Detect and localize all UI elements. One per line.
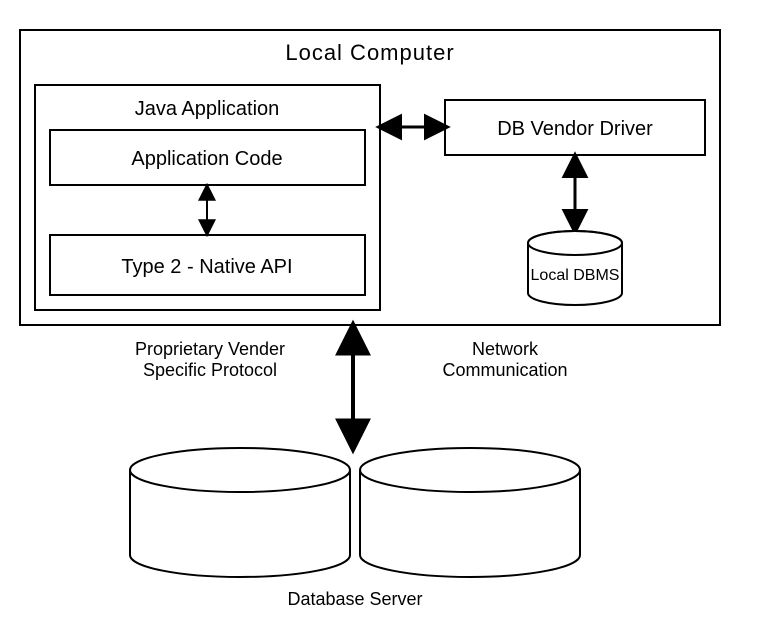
database-server-label: Database Server (287, 589, 422, 609)
network-label-line1: Network (472, 339, 539, 359)
protocol-label-line1: Proprietary Vender (135, 339, 285, 359)
local-dbms-label: Local DBMS (531, 267, 620, 284)
network-label-line2: Communication (442, 360, 567, 380)
db-vendor-driver-label: DB Vendor Driver (497, 118, 653, 140)
application-code-label: Application Code (131, 148, 282, 170)
type2-native-api-label: Type 2 - Native API (121, 256, 292, 278)
jdbc-type2-architecture-diagram: Local Computer Java Application Applicat… (0, 0, 764, 630)
java-application-title: Java Application (135, 98, 280, 120)
database-server-right (360, 448, 580, 577)
local-dbms-cylinder: Local DBMS (528, 231, 622, 305)
database-server-left (130, 448, 350, 577)
local-computer-title: Local Computer (285, 40, 454, 65)
protocol-label-line2: Specific Protocol (143, 360, 277, 380)
